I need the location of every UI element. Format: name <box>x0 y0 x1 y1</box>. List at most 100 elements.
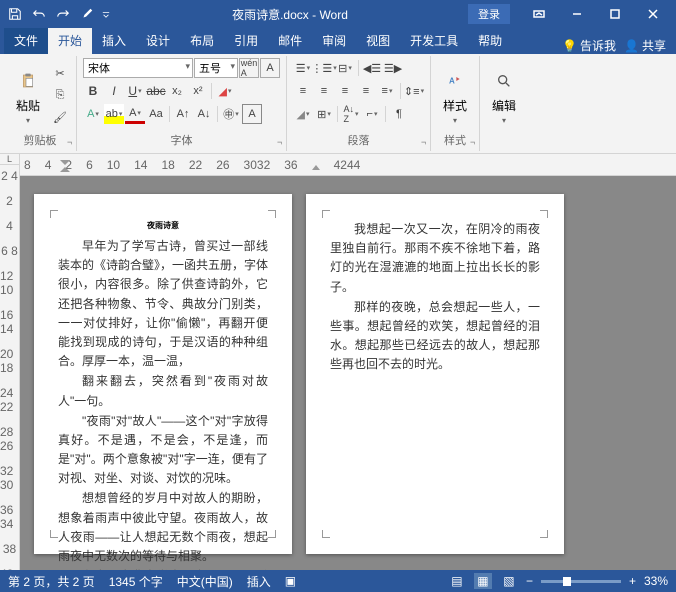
bullets-icon[interactable]: ☰ <box>293 58 313 78</box>
tab-home[interactable]: 开始 <box>48 28 92 54</box>
status-bar: 第 2 页，共 2 页 1345 个字 中文(中国) 插入 ▣ ▤ ▦ ▧ − … <box>0 570 676 592</box>
tab-file[interactable]: 文件 <box>4 28 48 54</box>
show-marks-icon[interactable]: ¶ <box>389 104 409 124</box>
group-label-styles: 样式 <box>437 133 473 149</box>
shrink-font-icon[interactable]: A↓ <box>194 104 214 124</box>
horizontal-ruler[interactable]: 8 4261014182226303236 4244 <box>20 154 676 176</box>
tab-review[interactable]: 审阅 <box>312 28 356 54</box>
char-case-icon[interactable]: Aa <box>146 104 166 124</box>
read-mode-icon[interactable]: ▤ <box>448 573 466 589</box>
vertical-ruler[interactable]: 2 4246 812 1016 1420 1824 2228 2632 3036… <box>0 165 20 570</box>
right-indent-icon[interactable] <box>312 160 320 170</box>
sort-icon[interactable]: A↓Z <box>341 104 361 124</box>
increase-indent-icon[interactable]: ☰▶ <box>383 58 403 78</box>
borders-icon[interactable]: ⊞ <box>314 104 334 124</box>
bold-button[interactable]: B <box>83 81 103 101</box>
enclose-char-icon[interactable]: ㊥ <box>221 104 241 124</box>
login-button[interactable]: 登录 <box>468 4 510 24</box>
ruler-corner[interactable]: L <box>0 154 20 165</box>
font-size-select[interactable]: 五号 <box>194 58 238 78</box>
page-canvas[interactable]: 夜雨诗意 早年为了学写古诗，曾买过一部线装本的《诗韵合璧》，一函共五册，字体很小… <box>20 176 676 570</box>
tab-dev[interactable]: 开发工具 <box>400 28 468 54</box>
tab-design[interactable]: 设计 <box>136 28 180 54</box>
line-spacing-icon[interactable]: ⇕≡ <box>404 81 424 101</box>
format-painter-icon[interactable]: 🖌 <box>50 108 70 128</box>
tab-help[interactable]: 帮助 <box>468 28 512 54</box>
group-label-paragraph: 段落 <box>293 133 424 149</box>
share-button[interactable]: 👤共享 <box>624 37 666 54</box>
zoom-level[interactable]: 33% <box>644 574 668 588</box>
tab-view[interactable]: 视图 <box>356 28 400 54</box>
align-distribute-icon[interactable]: ≡ <box>377 81 397 101</box>
editing-button[interactable]: 编辑 ▾ <box>486 65 522 127</box>
status-macro-icon[interactable]: ▣ <box>285 574 296 588</box>
status-mode[interactable]: 插入 <box>247 573 271 590</box>
highlight-icon[interactable]: ab <box>104 104 124 124</box>
doc-title: 夜雨诗意 <box>58 220 268 231</box>
paste-icon <box>14 67 42 95</box>
paragraph-dialog-icon[interactable]: ⌐ <box>362 104 382 124</box>
svg-text:A: A <box>449 76 455 85</box>
font-color-icon[interactable]: A <box>125 104 145 124</box>
align-center-icon[interactable]: ≡ <box>314 81 334 101</box>
page-2: 我想起一次又一次，在阴冷的雨夜里独自前行。那雨不疾不徐地下着，路灯的光在湿漉漉的… <box>306 194 564 554</box>
shading-icon[interactable]: ◢ <box>293 104 313 124</box>
zoom-in-icon[interactable]: + <box>629 574 636 588</box>
tell-me-button[interactable]: 💡告诉我 <box>562 37 616 54</box>
numbering-icon[interactable]: ⋮☰ <box>314 58 334 78</box>
strikethrough-button[interactable]: abc <box>146 81 166 101</box>
doc-body-page1: 早年为了学写古诗，曾买过一部线装本的《诗韵合璧》，一函共五册，字体很小，内容很多… <box>58 237 268 570</box>
phonetic-guide-icon[interactable]: wénA <box>239 58 259 78</box>
copy-icon[interactable]: ⎘ <box>50 86 70 106</box>
superscript-button[interactable]: x² <box>188 81 208 101</box>
tab-references[interactable]: 引用 <box>224 28 268 54</box>
char-shading-icon[interactable]: A <box>242 104 262 124</box>
qat-dropdown-icon[interactable] <box>100 3 112 25</box>
align-right-icon[interactable]: ≡ <box>335 81 355 101</box>
text-effects-icon[interactable]: A <box>83 104 103 124</box>
doc-body-page2: 我想起一次又一次，在阴冷的雨夜里独自前行。那雨不疾不徐地下着，路灯的光在湿漉漉的… <box>330 220 540 375</box>
tab-insert[interactable]: 插入 <box>92 28 136 54</box>
subscript-button[interactable]: x₂ <box>167 81 187 101</box>
status-page[interactable]: 第 2 页，共 2 页 <box>8 573 95 590</box>
zoom-slider[interactable] <box>541 580 621 583</box>
close-icon[interactable] <box>634 2 672 26</box>
group-styles: A 样式 ▾ 样式 <box>431 56 480 151</box>
save-icon[interactable] <box>4 3 26 25</box>
zoom-out-icon[interactable]: − <box>526 574 533 588</box>
ribbon: 粘贴 ▾ ✂ ⎘ 🖌 剪贴板 宋体 五号 wénA A B I U abc <box>0 54 676 154</box>
align-left-icon[interactable]: ≡ <box>293 81 313 101</box>
group-editing: 编辑 ▾ x <box>480 56 528 151</box>
group-label-font: 字体 <box>83 133 280 149</box>
redo-icon[interactable] <box>52 3 74 25</box>
indent-marker-icon[interactable] <box>58 160 72 175</box>
print-layout-icon[interactable]: ▦ <box>474 573 492 589</box>
grow-font-icon[interactable]: A↑ <box>173 104 193 124</box>
multilevel-icon[interactable]: ⊟ <box>335 58 355 78</box>
web-layout-icon[interactable]: ▧ <box>500 573 518 589</box>
quick-access-toolbar <box>4 3 112 25</box>
status-lang[interactable]: 中文(中国) <box>177 573 233 590</box>
char-border-icon[interactable]: A <box>260 58 280 78</box>
ribbon-options-icon[interactable] <box>520 2 558 26</box>
tab-mail[interactable]: 邮件 <box>268 28 312 54</box>
maximize-icon[interactable] <box>596 2 634 26</box>
group-label-clipboard: 剪贴板 <box>10 133 70 149</box>
styles-button[interactable]: A 样式 ▾ <box>437 65 473 127</box>
brush-icon[interactable] <box>76 3 98 25</box>
paste-button[interactable]: 粘贴 ▾ <box>10 65 46 127</box>
status-words[interactable]: 1345 个字 <box>109 573 163 590</box>
underline-button[interactable]: U <box>125 81 145 101</box>
align-justify-icon[interactable]: ≡ <box>356 81 376 101</box>
undo-icon[interactable] <box>28 3 50 25</box>
minimize-icon[interactable] <box>558 2 596 26</box>
cut-icon[interactable]: ✂ <box>50 64 70 84</box>
decrease-indent-icon[interactable]: ◀☰ <box>362 58 382 78</box>
styles-icon: A <box>441 67 469 95</box>
window-title: 夜雨诗意.docx - Word <box>112 6 468 23</box>
clear-format-icon[interactable]: ◢ <box>215 81 235 101</box>
font-name-select[interactable]: 宋体 <box>83 58 193 78</box>
document-area: L 2 4246 812 1016 1420 1824 2228 2632 30… <box>0 154 676 570</box>
italic-button[interactable]: I <box>104 81 124 101</box>
tab-layout[interactable]: 布局 <box>180 28 224 54</box>
